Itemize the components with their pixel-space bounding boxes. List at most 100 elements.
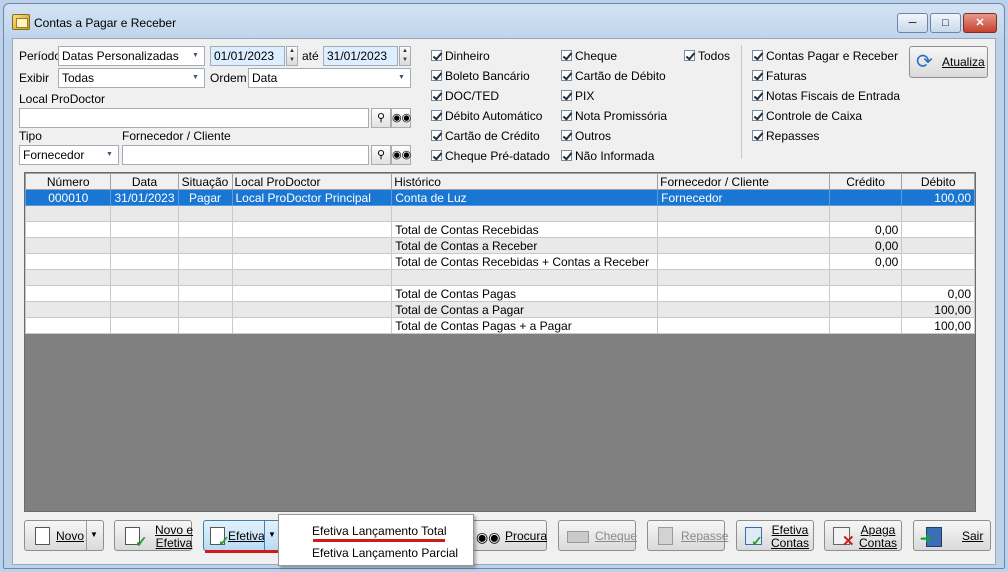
table-cell	[110, 221, 179, 238]
checkbox-label: Cheque Pré-datado	[445, 149, 550, 163]
column-header[interactable]: Situação	[177, 173, 233, 190]
checkbox-label: Não Informada	[575, 149, 655, 163]
checkbox-box	[561, 150, 572, 161]
binoculars-icon[interactable]: ◉◉	[391, 145, 411, 165]
table-cell: Conta de Luz	[391, 189, 659, 206]
table-cell	[231, 269, 393, 286]
tipo-select[interactable]: Fornecedor ▼	[19, 145, 119, 165]
checkbox-label: Notas Fiscais de Entrada	[766, 89, 901, 103]
periodo-select[interactable]: Datas Personalizadas ▼	[58, 46, 205, 66]
chevron-down-icon[interactable]: ▼	[90, 530, 98, 539]
menu-item-highlight	[313, 539, 445, 542]
efetiva-highlight	[205, 550, 283, 553]
checkbox-outros[interactable]: Outros	[561, 129, 611, 143]
exibir-value: Todas	[62, 71, 95, 85]
table-row[interactable]: Total de Contas a Receber 0,00	[24, 237, 975, 254]
minimize-button[interactable]: ─	[897, 13, 928, 33]
procura-button[interactable]: ◉◉ Procura	[469, 520, 547, 551]
checkbox-cheque[interactable]: Cheque	[561, 49, 617, 63]
column-header[interactable]: Número	[24, 173, 112, 190]
maximize-button[interactable]: □	[930, 13, 961, 33]
periodo-label: Período	[19, 49, 62, 63]
checkbox-cartao-credito[interactable]: Cartão de Crédito	[431, 129, 540, 143]
checkbox-dinheiro[interactable]: Dinheiro	[431, 49, 490, 63]
search-icon[interactable]: ⚲	[371, 145, 391, 165]
column-header[interactable]: Fornecedor / Cliente	[657, 173, 830, 190]
checkbox-controle-caixa[interactable]: Controle de Caixa	[752, 109, 862, 123]
checkbox-doc-ted[interactable]: DOC/TED	[431, 89, 499, 103]
table-row[interactable]: Total de Contas a Pagar 100,00	[24, 301, 975, 318]
search-icon[interactable]: ⚲	[371, 108, 391, 128]
accounts-grid[interactable]: Número Data Situação Local ProDoctor Históri…	[24, 172, 976, 512]
exibir-select[interactable]: Todas ▼	[58, 68, 205, 88]
date-from-field[interactable]: 01/01/2023	[210, 46, 285, 66]
table-cell	[110, 285, 179, 302]
novo-efetiva-button[interactable]: ✓ Novo e Efetiva	[114, 520, 193, 551]
table-row[interactable]	[24, 269, 975, 286]
date-to-field[interactable]: 31/01/2023	[323, 46, 398, 66]
checkbox-repasses[interactable]: Repasses	[752, 129, 819, 143]
table-cell	[24, 205, 112, 222]
fornecedor-label: Fornecedor / Cliente	[122, 129, 231, 143]
checkbox-boleto[interactable]: Boleto Bancário	[431, 69, 530, 83]
column-header[interactable]: Débito	[901, 173, 975, 190]
fornecedor-field[interactable]	[122, 145, 369, 165]
local-field[interactable]	[19, 108, 369, 128]
apaga-contas-button[interactable]: ✕ Apaga Contas	[824, 520, 902, 551]
checkbox-cheque-pre-datado[interactable]: Cheque Pré-datado	[431, 149, 550, 163]
checkbox-box	[431, 90, 442, 101]
checkbox-nota-promissoria[interactable]: Nota Promissória	[561, 109, 667, 123]
checkbox-notas-fiscais[interactable]: Notas Fiscais de Entrada	[752, 89, 900, 103]
app-icon	[12, 14, 30, 30]
cheque-button[interactable]: Cheque	[558, 520, 637, 551]
checkbox-box	[561, 70, 572, 81]
table-row[interactable]: Total de Contas Pagas 0,00	[24, 285, 975, 302]
client-area: Período Datas Personalizadas ▼ 01/01/202…	[12, 38, 996, 565]
table-row[interactable]: 000010 31/01/2023 Pagar Local ProDoctor Pri…	[24, 189, 975, 206]
table-cell	[177, 301, 233, 318]
chevron-down-icon[interactable]: ▼	[268, 530, 276, 539]
checkbox-contas-pagar-receber[interactable]: Contas Pagar e Receber	[752, 49, 898, 63]
date-from-spinner[interactable]: ▲ ▼	[286, 46, 298, 66]
column-header[interactable]: Crédito	[828, 173, 903, 190]
table-row[interactable]: Total de Contas Recebidas 0,00	[24, 221, 975, 238]
checkbox-box	[431, 70, 442, 81]
table-cell	[231, 253, 393, 270]
ordem-select[interactable]: Data ▼	[248, 68, 411, 88]
column-header[interactable]: Histórico	[391, 173, 659, 190]
date-to-spinner[interactable]: ▲ ▼	[399, 46, 411, 66]
accounts-table: Número Data Situação Local ProDoctor Históri…	[24, 173, 975, 334]
delete-x-icon: ✕	[842, 533, 855, 550]
column-header[interactable]: Local ProDoctor	[231, 173, 393, 190]
atualiza-button[interactable]: ⟳ Atualiza	[909, 46, 988, 78]
menu-item-efetiva-parcial[interactable]: Efetiva Lançamento Parcial	[312, 546, 458, 560]
chevron-down-icon: ▼	[398, 74, 405, 81]
menu-item-efetiva-total[interactable]: Efetiva Lançamento Total	[312, 524, 447, 538]
checkbox-cartao-debito[interactable]: Cartão de Débito	[561, 69, 666, 83]
table-row[interactable]: Total de Contas Pagas + a Pagar 100,00	[24, 317, 975, 334]
efetiva-contas-button[interactable]: ✓ Efetiva Contas	[736, 520, 814, 551]
checkbox-nao-informada[interactable]: Não Informada	[561, 149, 654, 163]
checkbox-debito-automatico[interactable]: Débito Automático	[431, 109, 542, 123]
table-cell	[901, 221, 975, 238]
binoculars-icon[interactable]: ◉◉	[391, 108, 411, 128]
table-row[interactable]: Total de Contas Recebidas + Contas a Rec…	[24, 253, 975, 270]
sair-button[interactable]: ➜ Sair	[913, 520, 991, 551]
novo-button[interactable]: Novo ▼	[24, 520, 104, 551]
checkmark-icon: ✓	[135, 534, 148, 551]
efetiva-button[interactable]: ✓ Efetiva ▼	[203, 520, 282, 551]
checkbox-faturas[interactable]: Faturas	[752, 69, 807, 83]
table-row[interactable]	[24, 205, 975, 222]
checkbox-box	[561, 90, 572, 101]
table-cell: 0,00	[828, 237, 903, 254]
close-button[interactable]: ✕	[963, 13, 997, 33]
column-header[interactable]: Data	[110, 173, 179, 190]
table-cell	[110, 253, 179, 270]
checkbox-box	[431, 150, 442, 161]
checkbox-label: Faturas	[766, 69, 807, 83]
table-cell: 100,00	[901, 317, 975, 334]
checkbox-pix[interactable]: PIX	[561, 89, 594, 103]
repasse-button[interactable]: Repasse	[647, 520, 728, 551]
checkbox-todos[interactable]: Todos	[684, 49, 730, 63]
table-cell	[177, 317, 233, 334]
